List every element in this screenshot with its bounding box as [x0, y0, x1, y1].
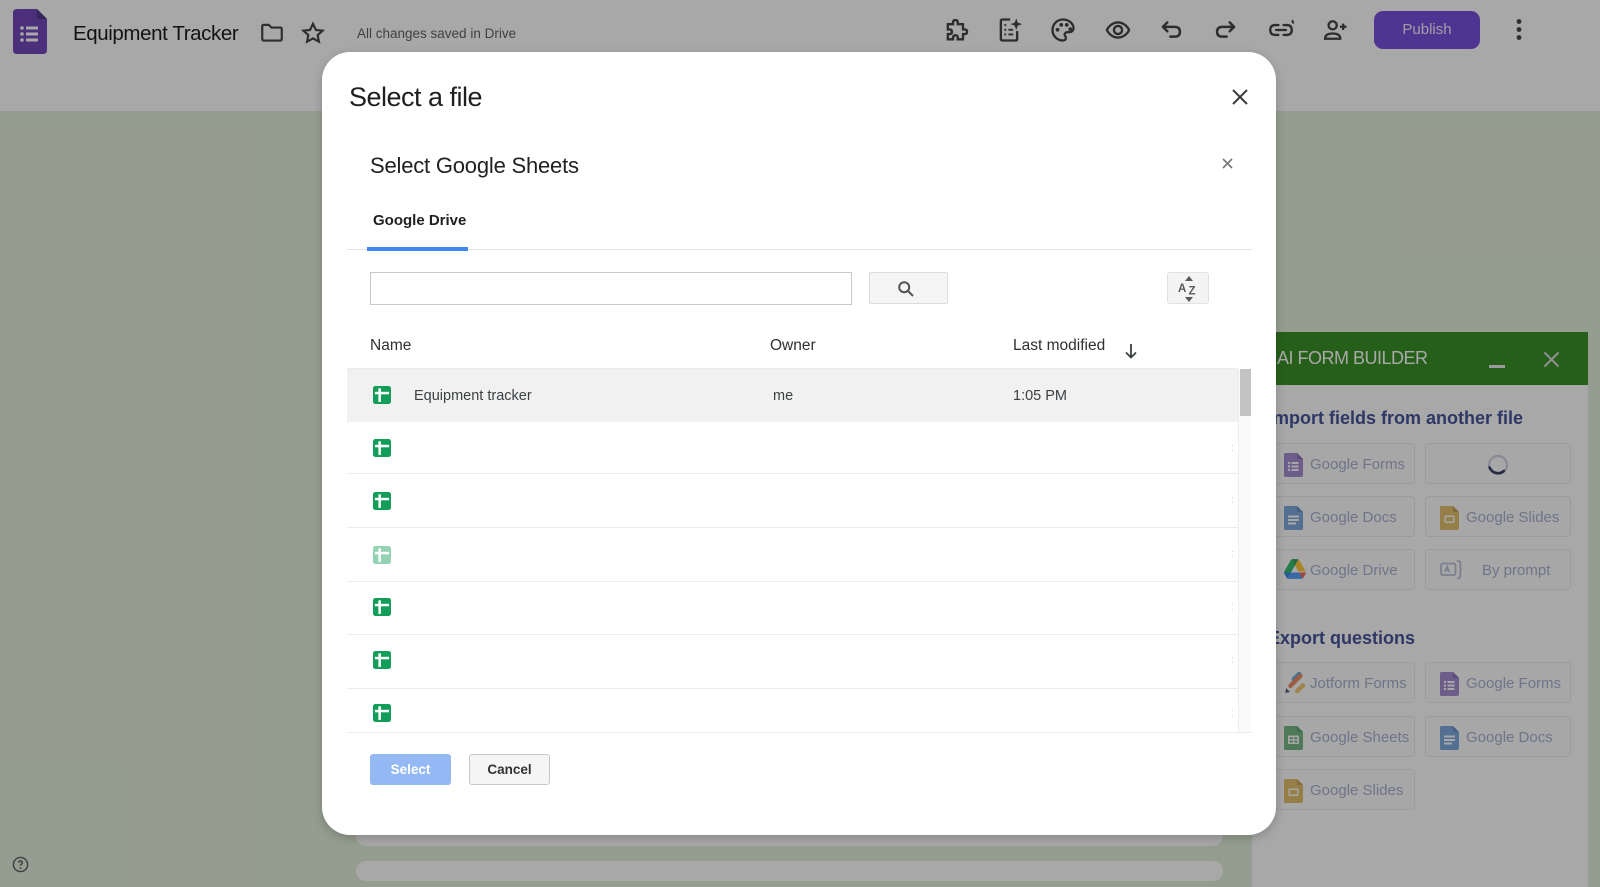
svg-text:A: A	[1178, 283, 1186, 295]
svg-text:Z: Z	[1189, 286, 1196, 298]
